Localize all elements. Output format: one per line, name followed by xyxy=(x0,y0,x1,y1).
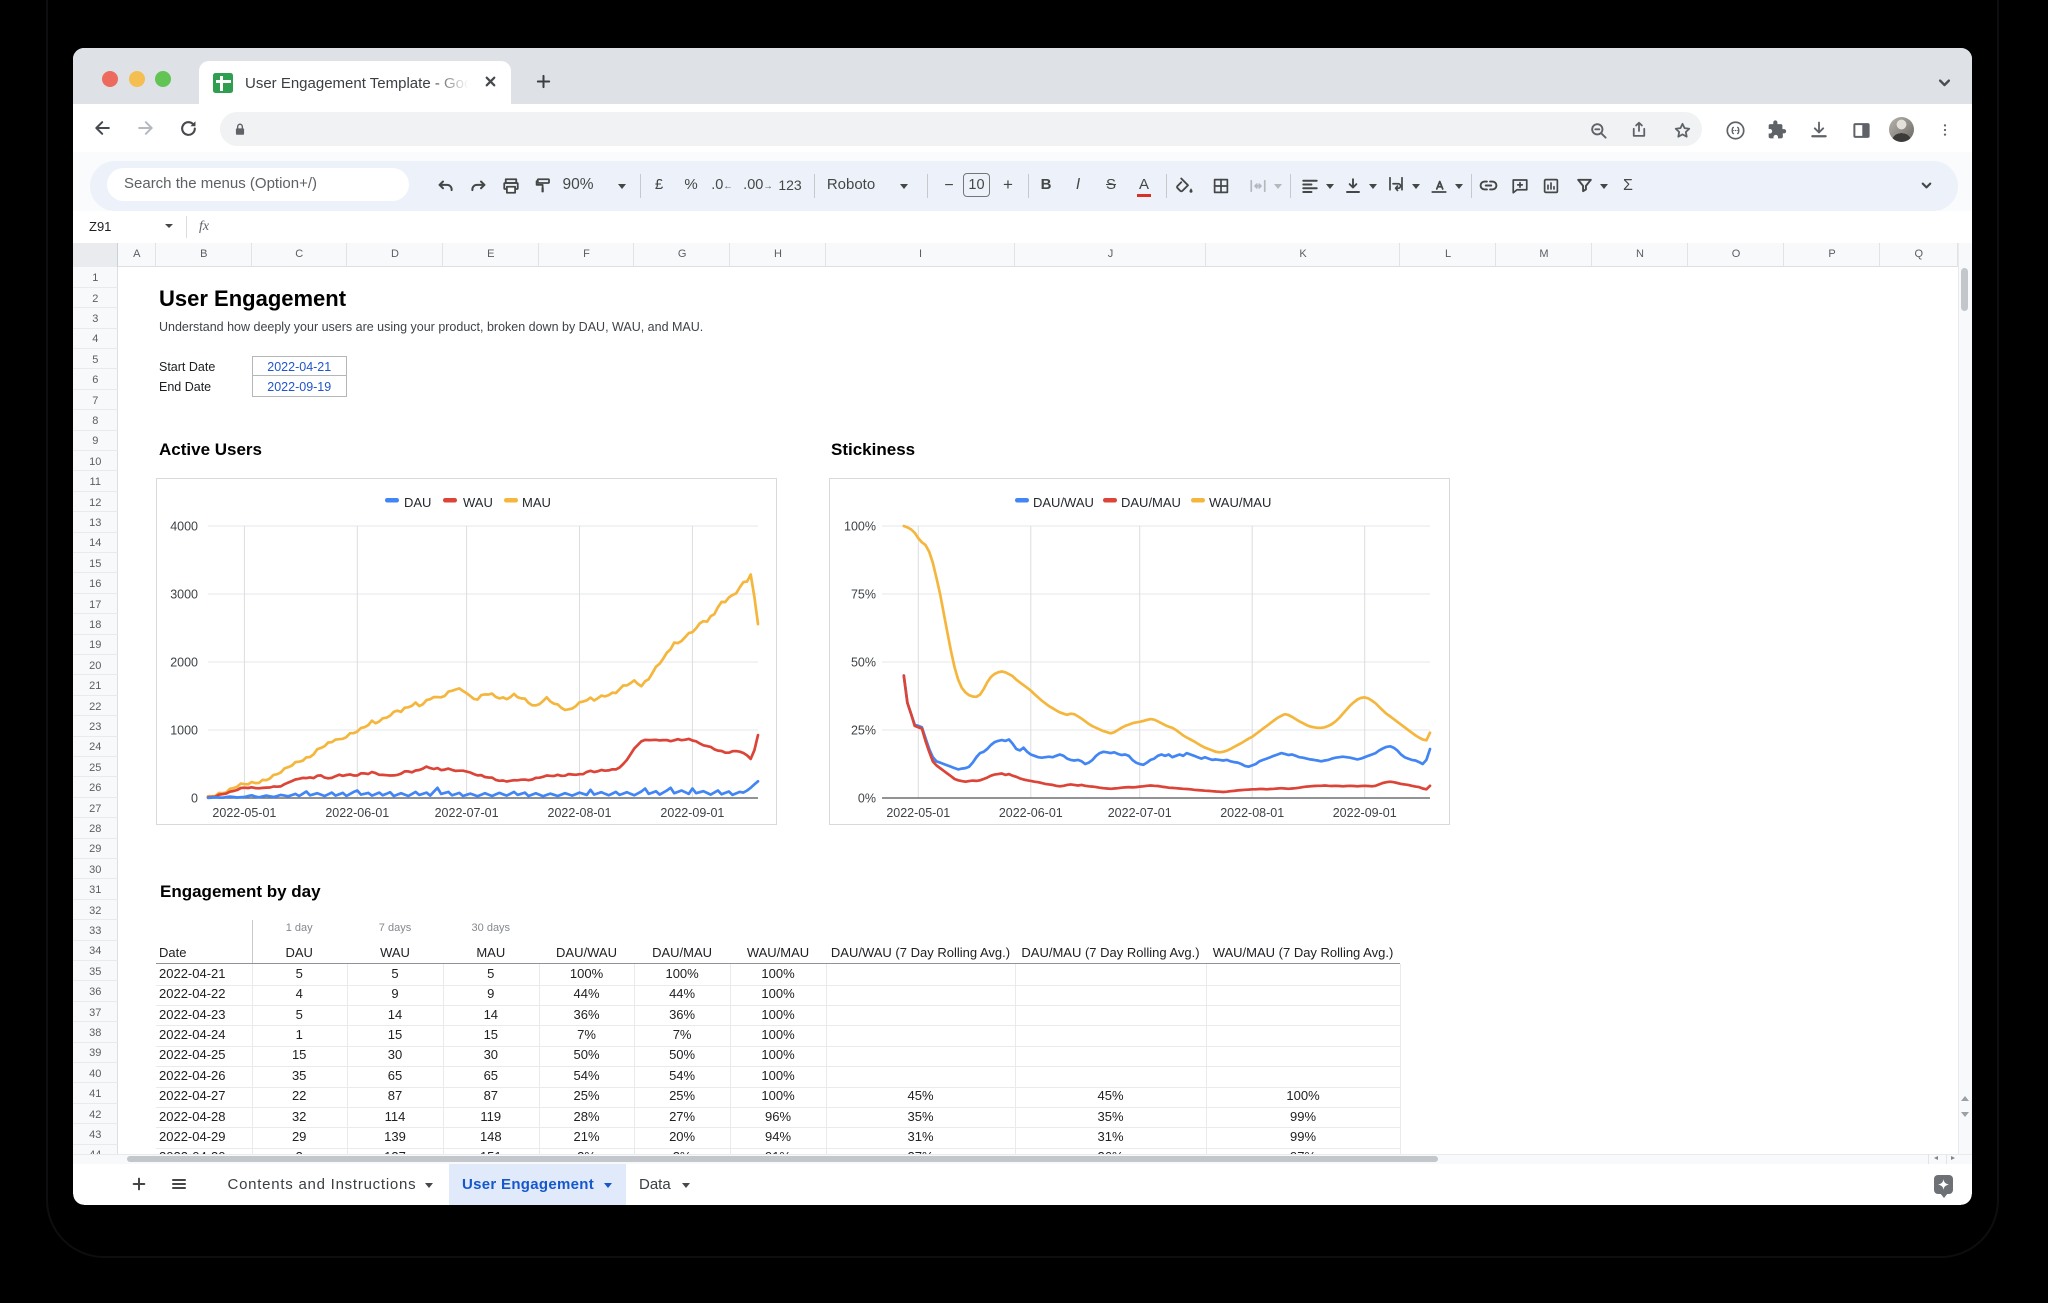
svg-text:2022-06-01: 2022-06-01 xyxy=(999,806,1063,820)
svg-text:2022-07-01: 2022-07-01 xyxy=(435,806,499,820)
svg-text:2022-09-01: 2022-09-01 xyxy=(660,806,724,820)
svg-text:DAU/WAU: DAU/WAU xyxy=(1033,495,1094,510)
svg-text:2022-09-01: 2022-09-01 xyxy=(1333,806,1397,820)
svg-text:0: 0 xyxy=(191,792,198,806)
svg-text:MAU: MAU xyxy=(522,495,551,510)
svg-text:DAU: DAU xyxy=(404,495,431,510)
svg-text:25%: 25% xyxy=(851,724,876,738)
svg-text:WAU/MAU: WAU/MAU xyxy=(1209,495,1271,510)
svg-text:4000: 4000 xyxy=(170,520,198,534)
svg-text:1000: 1000 xyxy=(170,724,198,738)
svg-text:75%: 75% xyxy=(851,588,876,602)
svg-text:0%: 0% xyxy=(858,792,876,806)
svg-text:WAU: WAU xyxy=(463,495,493,510)
svg-text:2022-08-01: 2022-08-01 xyxy=(548,806,612,820)
svg-text:50%: 50% xyxy=(851,656,876,670)
svg-text:DAU/MAU: DAU/MAU xyxy=(1121,495,1181,510)
svg-text:2022-05-01: 2022-05-01 xyxy=(212,806,276,820)
svg-text:2022-08-01: 2022-08-01 xyxy=(1220,806,1284,820)
svg-text:2022-07-01: 2022-07-01 xyxy=(1108,806,1172,820)
svg-text:2022-06-01: 2022-06-01 xyxy=(325,806,389,820)
svg-text:2000: 2000 xyxy=(170,656,198,670)
svg-text:100%: 100% xyxy=(844,520,876,534)
svg-text:3000: 3000 xyxy=(170,588,198,602)
svg-text:2022-05-01: 2022-05-01 xyxy=(886,806,950,820)
